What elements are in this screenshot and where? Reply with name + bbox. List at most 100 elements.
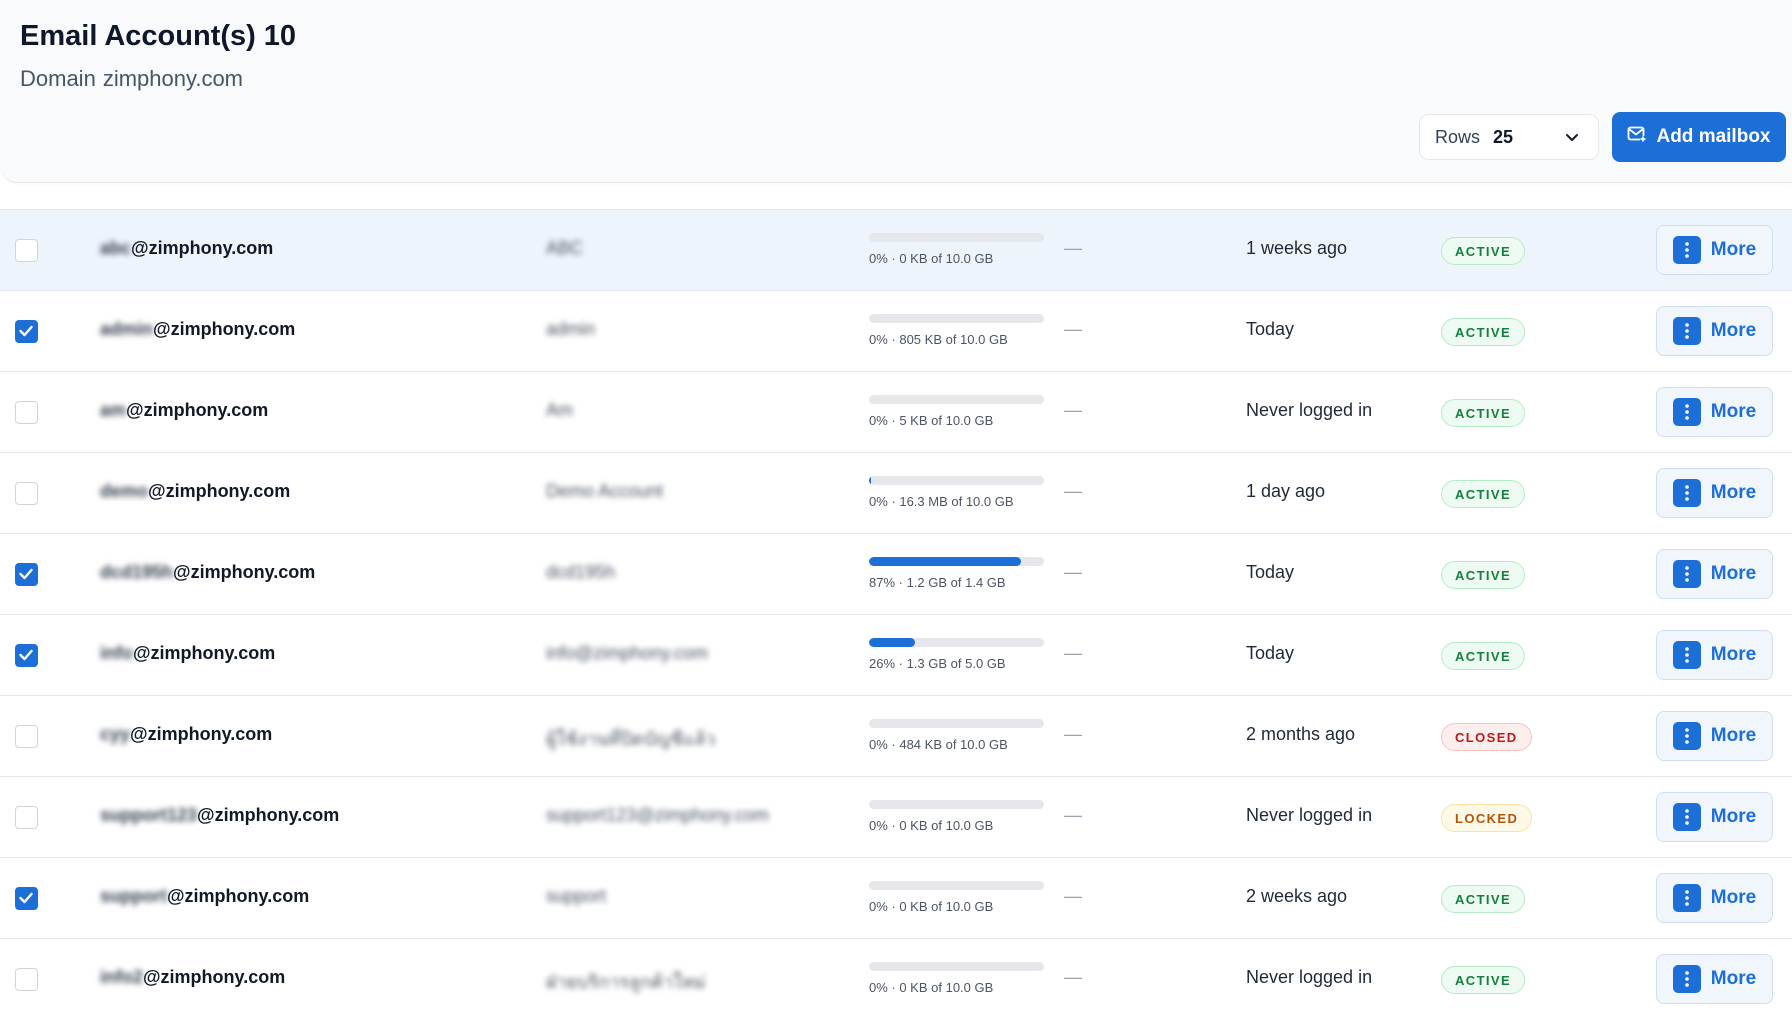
empty-value: — [1064,967,1082,987]
last-login: 1 weeks ago [1246,238,1348,258]
quota-progress-bar [869,962,1044,971]
quota-usage-text: 0% · 5 KB of 10.0 GB [869,413,994,428]
rows-per-page-select[interactable]: Rows 25 [1419,114,1599,160]
kebab-menu-icon [1672,965,1701,993]
more-button[interactable]: More [1656,792,1773,842]
empty-value: — [1064,886,1082,906]
email-domain: @zimphony.com [126,400,269,420]
more-button[interactable]: More [1656,630,1773,680]
kebab-menu-icon [1672,560,1701,588]
last-login: Never logged in [1246,805,1373,825]
table-row[interactable]: support123 @zimphony.com support123@zimp… [0,776,1792,857]
email-address[interactable]: cyy @zimphony.com [100,724,272,745]
quota-usage-text: 87% · 1.2 GB of 1.4 GB [869,575,1006,590]
email-address[interactable]: demo @zimphony.com [100,481,290,502]
email-address[interactable]: support123 @zimphony.com [100,805,339,826]
more-label: More [1710,968,1757,989]
page-header: Email Account(s) 10 Domain zimphony.com … [0,0,1792,183]
email-domain: @zimphony.com [148,481,291,501]
quota-usage-text: 26% · 1.3 GB of 5.0 GB [869,656,1006,671]
table-row[interactable]: info2 @zimphony.com ฝ่ายบริการลูกค้าใหม่… [0,938,1792,1019]
empty-value: — [1064,643,1082,663]
add-mailbox-button[interactable]: Add mailbox [1612,112,1786,162]
more-button[interactable]: More [1656,225,1773,275]
quota-usage-text: 0% · 16.3 MB of 10.0 GB [869,494,1014,509]
row-checkbox[interactable] [15,806,38,829]
email-address[interactable]: dcd195h @zimphony.com [100,562,315,583]
more-label: More [1710,320,1757,341]
kebab-menu-icon [1672,641,1701,669]
table-row[interactable]: support @zimphony.com support 0% · 0 KB … [0,857,1792,938]
last-login: Today [1246,643,1295,663]
email-address[interactable]: am @zimphony.com [100,400,268,421]
email-address[interactable]: info2 @zimphony.com [100,967,285,988]
more-button[interactable]: More [1656,711,1773,761]
display-name: ABC [546,238,584,258]
more-label: More [1710,806,1757,827]
display-name: admin [546,319,596,339]
empty-value: — [1064,481,1082,501]
status-badge: ACTIVE [1441,642,1526,670]
email-address[interactable]: support @zimphony.com [100,886,309,907]
more-label: More [1710,725,1757,746]
kebab-menu-icon [1672,884,1701,912]
email-local-part: cyy [100,724,131,744]
row-checkbox[interactable] [15,644,38,667]
table-row[interactable]: admin @zimphony.com admin 0% · 805 KB of… [0,290,1792,371]
row-checkbox[interactable] [15,887,38,910]
more-label: More [1710,239,1757,260]
email-address[interactable]: admin @zimphony.com [100,319,295,340]
display-name: ผู้ใช้งานที่ปิดบัญชีแล้ว [546,729,716,749]
more-button[interactable]: More [1656,468,1773,518]
table-row[interactable]: demo @zimphony.com Demo Account 0% · 16.… [0,452,1792,533]
more-button[interactable]: More [1656,873,1773,923]
quota-progress-bar [869,314,1044,323]
more-button[interactable]: More [1656,549,1773,599]
more-button[interactable]: More [1656,387,1773,437]
table-row[interactable]: cyy @zimphony.com ผู้ใช้งานที่ปิดบัญชีแล… [0,695,1792,776]
table-row[interactable]: am @zimphony.com Am 0% · 5 KB of 10.0 GB… [0,371,1792,452]
display-name: Am [546,400,573,420]
email-local-part: abc [100,238,132,258]
email-domain: @zimphony.com [143,967,286,987]
rows-value: 25 [1493,126,1514,147]
empty-value: — [1064,724,1082,744]
row-checkbox[interactable] [15,239,38,262]
display-name: info@zimphony.com [546,643,708,663]
table-row[interactable]: dcd195h @zimphony.com dcd195h 87% · 1.2 … [0,533,1792,614]
accounts-table: abc @zimphony.com ABC 0% · 0 KB of 10.0 … [0,209,1792,1019]
row-checkbox[interactable] [15,482,38,505]
account-count: 10 [263,20,297,52]
row-checkbox[interactable] [15,401,38,424]
quota-usage-text: 0% · 484 KB of 10.0 GB [869,737,1008,752]
email-local-part: info [100,643,133,663]
more-label: More [1710,482,1757,503]
row-checkbox[interactable] [15,563,38,586]
quota-usage-text: 0% · 0 KB of 10.0 GB [869,980,994,995]
email-address[interactable]: abc @zimphony.com [100,238,273,259]
row-checkbox[interactable] [15,968,38,991]
status-badge: LOCKED [1441,804,1533,832]
status-badge: ACTIVE [1441,561,1526,589]
status-badge: ACTIVE [1441,885,1526,913]
email-local-part: support123 [100,805,198,825]
email-local-part: admin [100,319,154,339]
last-login: 2 weeks ago [1246,886,1348,906]
table-row[interactable]: abc @zimphony.com ABC 0% · 0 KB of 10.0 … [0,209,1792,290]
email-domain: @zimphony.com [167,886,310,906]
row-checkbox[interactable] [15,320,38,343]
table-row[interactable]: info @zimphony.com info@zimphony.com 26%… [0,614,1792,695]
more-button[interactable]: More [1656,954,1773,1004]
more-button[interactable]: More [1656,306,1773,356]
page-title-text: Email Account(s) [20,20,256,52]
kebab-menu-icon [1672,317,1701,345]
quota-progress-bar [869,557,1044,566]
email-address[interactable]: info @zimphony.com [100,643,275,664]
quota-usage-text: 0% · 0 KB of 10.0 GB [869,899,994,914]
kebab-menu-icon [1672,722,1701,750]
row-checkbox[interactable] [15,725,38,748]
empty-value: — [1064,400,1082,420]
email-local-part: am [100,400,127,420]
quota-usage-text: 0% · 0 KB of 10.0 GB [869,251,994,266]
empty-value: — [1064,319,1082,339]
